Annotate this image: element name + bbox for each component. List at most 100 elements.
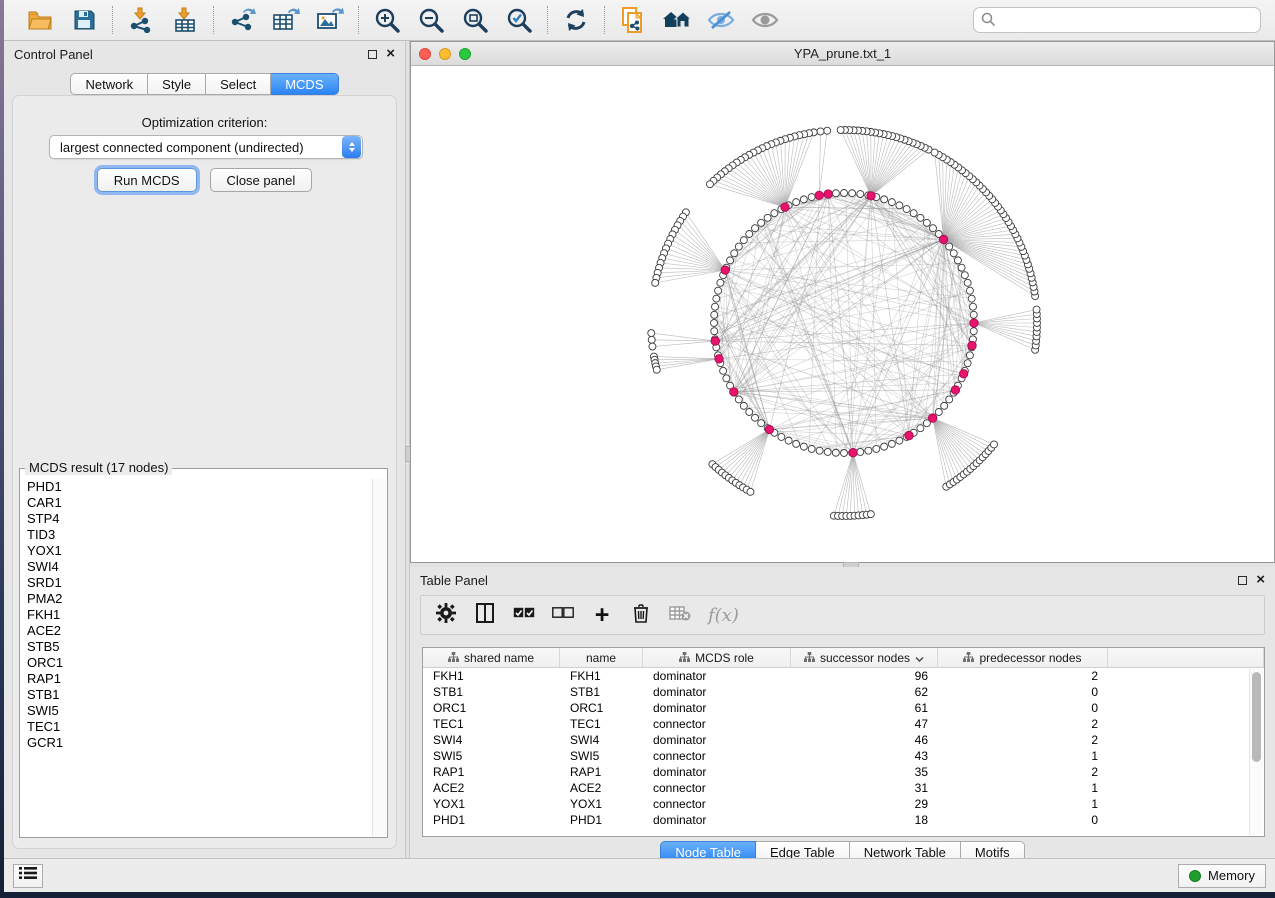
mcds-result-item[interactable]: ACE2 (21, 623, 372, 639)
cell-mcds_role[interactable]: dominator (643, 668, 791, 684)
zoom-selected-button[interactable] (502, 4, 536, 36)
mcds-result-item[interactable]: PMA2 (21, 591, 372, 607)
table-row[interactable]: YOX1YOX1connector291 (423, 796, 1264, 812)
clone-network-button[interactable] (616, 4, 650, 36)
table-row[interactable]: STB1STB1dominator620 (423, 684, 1264, 700)
cell-mcds_role[interactable]: connector (643, 796, 791, 812)
memory-button[interactable]: Memory (1178, 864, 1266, 888)
task-history-button[interactable] (13, 864, 43, 888)
mcds-result-list[interactable]: PHD1CAR1STP4TID3YOX1SWI4SRD1PMA2FKH1ACE2… (21, 479, 372, 836)
cell-successor_nodes[interactable]: 47 (791, 716, 938, 732)
zoom-in-button[interactable] (370, 4, 404, 36)
float-panel-icon[interactable] (1238, 576, 1247, 585)
network-window-titlebar[interactable]: YPA_prune.txt_1 (411, 42, 1274, 66)
table-row[interactable]: ACE2ACE2connector311 (423, 780, 1264, 796)
mcds-result-item[interactable]: ORC1 (21, 655, 372, 671)
cell-successor_nodes[interactable]: 96 (791, 668, 938, 684)
mcds-result-item[interactable]: SWI5 (21, 703, 372, 719)
tab-style[interactable]: Style (148, 73, 206, 95)
zoom-out-button[interactable] (414, 4, 448, 36)
table-row[interactable]: PHD1PHD1dominator180 (423, 812, 1264, 828)
cell-successor_nodes[interactable]: 35 (791, 764, 938, 780)
table-row[interactable]: FKH1FKH1dominator962 (423, 668, 1264, 684)
cell-shared_name[interactable]: SWI4 (423, 732, 560, 748)
mcds-result-item[interactable]: PHD1 (21, 479, 372, 495)
column-header-predecessor-nodes[interactable]: predecessor nodes (938, 648, 1108, 667)
mcds-result-item[interactable]: SWI4 (21, 559, 372, 575)
cell-shared_name[interactable]: SWI5 (423, 748, 560, 764)
show-all-button[interactable] (748, 4, 782, 36)
table-settings-button[interactable] (435, 602, 457, 628)
cell-mcds_role[interactable]: dominator (643, 700, 791, 716)
optimization-criterion-dropdown[interactable]: largest connected component (undirected) (49, 135, 363, 159)
column-header-name[interactable]: name (560, 648, 643, 667)
mcds-result-item[interactable]: CAR1 (21, 495, 372, 511)
cell-name[interactable]: YOX1 (560, 796, 643, 812)
export-table-button[interactable] (269, 4, 303, 36)
cell-mcds_role[interactable]: dominator (643, 732, 791, 748)
show-column-button[interactable] (474, 602, 496, 628)
cell-shared_name[interactable]: PHD1 (423, 812, 560, 828)
column-header-shared-name[interactable]: shared name (423, 648, 560, 667)
cell-predecessor_nodes[interactable]: 2 (938, 764, 1108, 780)
import-network-button[interactable] (124, 4, 158, 36)
cell-name[interactable]: FKH1 (560, 668, 643, 684)
cell-successor_nodes[interactable]: 43 (791, 748, 938, 764)
column-header-MCDS-role[interactable]: MCDS role (643, 648, 791, 667)
cell-name[interactable]: TEC1 (560, 716, 643, 732)
mcds-result-item[interactable]: TEC1 (21, 719, 372, 735)
table-row[interactable]: SWI5SWI5connector431 (423, 748, 1264, 764)
apply-layout-button[interactable] (559, 4, 593, 36)
cell-successor_nodes[interactable]: 31 (791, 780, 938, 796)
cell-predecessor_nodes[interactable]: 1 (938, 780, 1108, 796)
cell-name[interactable]: SWI4 (560, 732, 643, 748)
table-scrollbar[interactable] (1249, 669, 1263, 835)
cell-shared_name[interactable]: ACE2 (423, 780, 560, 796)
cell-name[interactable]: PHD1 (560, 812, 643, 828)
cell-predecessor_nodes[interactable]: 0 (938, 684, 1108, 700)
close-panel-icon[interactable]: × (386, 49, 395, 59)
cell-predecessor_nodes[interactable]: 0 (938, 812, 1108, 828)
cell-predecessor_nodes[interactable]: 2 (938, 716, 1108, 732)
cell-shared_name[interactable]: TEC1 (423, 716, 560, 732)
cell-shared_name[interactable]: RAP1 (423, 764, 560, 780)
table-row[interactable]: ORC1ORC1dominator610 (423, 700, 1264, 716)
table-row[interactable]: RAP1RAP1dominator352 (423, 764, 1264, 780)
search-input[interactable] (973, 7, 1261, 33)
mcds-result-item[interactable]: FKH1 (21, 607, 372, 623)
cell-mcds_role[interactable]: connector (643, 748, 791, 764)
tab-network[interactable]: Network (70, 73, 148, 95)
close-panel-icon[interactable]: × (1256, 575, 1265, 585)
mcds-result-scrollbar[interactable] (372, 479, 386, 836)
cell-name[interactable]: ORC1 (560, 700, 643, 716)
import-table-button[interactable] (168, 4, 202, 36)
mcds-result-item[interactable]: YOX1 (21, 543, 372, 559)
cell-predecessor_nodes[interactable]: 1 (938, 796, 1108, 812)
export-network-button[interactable] (225, 4, 259, 36)
cell-shared_name[interactable]: YOX1 (423, 796, 560, 812)
network-canvas[interactable] (411, 66, 1274, 562)
cell-name[interactable]: RAP1 (560, 764, 643, 780)
unselect-all-columns-button[interactable] (552, 602, 574, 628)
cell-predecessor_nodes[interactable]: 2 (938, 732, 1108, 748)
save-session-button[interactable] (67, 4, 101, 36)
cell-successor_nodes[interactable]: 46 (791, 732, 938, 748)
cell-successor_nodes[interactable]: 29 (791, 796, 938, 812)
hide-selected-button[interactable] (704, 4, 738, 36)
cell-mcds_role[interactable]: connector (643, 780, 791, 796)
tab-select[interactable]: Select (206, 73, 271, 95)
mcds-result-item[interactable]: STB1 (21, 687, 372, 703)
float-panel-icon[interactable] (368, 50, 377, 59)
table-scrollbar-thumb[interactable] (1252, 672, 1261, 762)
export-image-button[interactable] (313, 4, 347, 36)
cell-successor_nodes[interactable]: 61 (791, 700, 938, 716)
cell-mcds_role[interactable]: connector (643, 716, 791, 732)
cell-shared_name[interactable]: FKH1 (423, 668, 560, 684)
mcds-result-item[interactable]: STP4 (21, 511, 372, 527)
zoom-fit-button[interactable] (458, 4, 492, 36)
cell-mcds_role[interactable]: dominator (643, 812, 791, 828)
cell-successor_nodes[interactable]: 18 (791, 812, 938, 828)
create-column-button[interactable]: + (591, 602, 613, 628)
column-header-successor-nodes[interactable]: successor nodes (791, 648, 938, 667)
cell-shared_name[interactable]: ORC1 (423, 700, 560, 716)
